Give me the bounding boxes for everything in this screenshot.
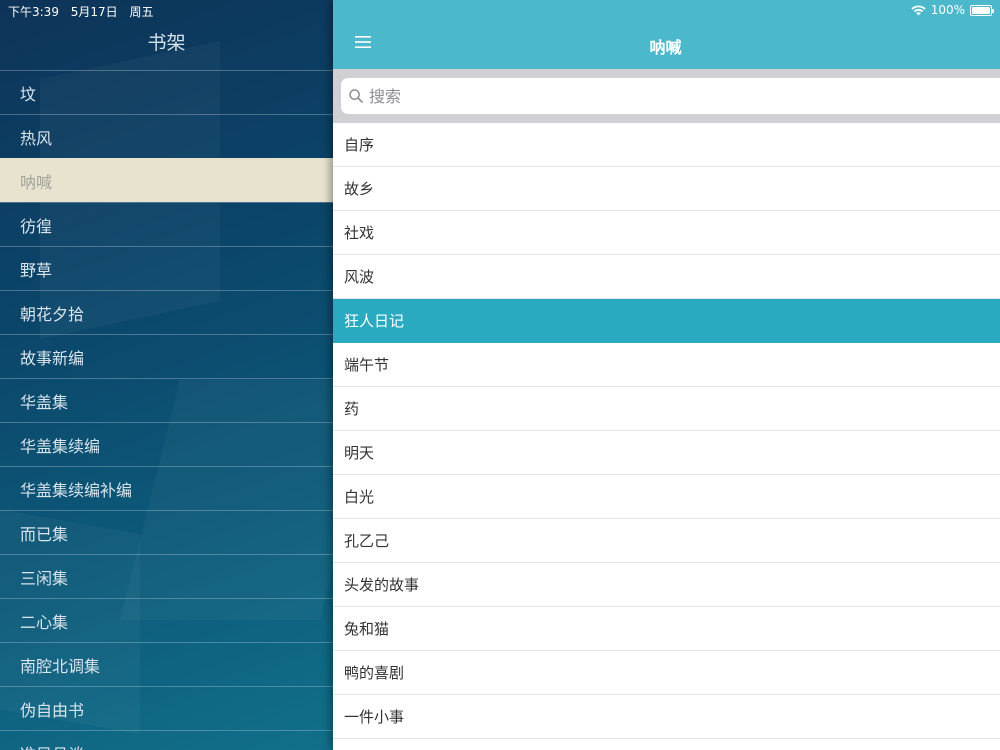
status-bar-right: 100% [911, 3, 994, 17]
wifi-icon [911, 4, 926, 15]
chapter-panel: 呐喊 自序故乡社戏风波狂人日记端午节药明天白光孔乙己头发的故事兔和猫鸭的喜剧一件… [333, 0, 1000, 750]
chapter-item[interactable]: 白光 [333, 475, 1000, 519]
hamburger-menu-icon[interactable] [355, 34, 377, 52]
chapter-item[interactable]: 社戏 [333, 211, 1000, 255]
chapter-item[interactable]: 孔乙己 [333, 519, 1000, 563]
book-item[interactable]: 热风 [0, 114, 333, 158]
sidebar-title: 书架 [147, 32, 186, 54]
book-item[interactable]: 野草 [0, 246, 333, 290]
book-item[interactable]: 坟 [0, 70, 333, 114]
book-item[interactable]: 南腔北调集 [0, 642, 333, 686]
chapter-item[interactable]: 兔和猫 [333, 607, 1000, 651]
book-item[interactable]: 故事新编 [0, 334, 333, 378]
chapter-item[interactable]: 鸭的喜剧 [333, 651, 1000, 695]
chapter-item[interactable]: 一件小事 [333, 695, 1000, 739]
bookshelf-sidebar: 书架 坟热风 呐喊 彷徨 野草 朝花夕拾 故事新编 华盖集 华盖集续编 华盖集续编补编 而已集 三闲… [0, 0, 333, 750]
page-title: 呐喊 [649, 38, 682, 57]
search-input[interactable] [369, 86, 929, 106]
status-date: 5月17日 [70, 5, 118, 19]
search-bar [333, 69, 1000, 123]
chapter-item[interactable]: 狂人日记 [333, 299, 1000, 343]
book-item[interactable]: 伪自由书 [0, 686, 333, 730]
chapter-list: 自序 故乡 社戏 风波 狂人日记 端午节药明天 白光 孔乙己 头发的故事 兔和猫 鸭的喜剧 一件小事 [333, 123, 1000, 739]
book-item[interactable]: 三闲集 [0, 554, 333, 598]
search-icon [349, 89, 363, 103]
chapter-item[interactable]: 头发的故事 [333, 563, 1000, 607]
book-item[interactable]: 准风月谈 [0, 730, 333, 750]
chapter-item[interactable]: 风波 [333, 255, 1000, 299]
book-item[interactable]: 华盖集续编补编 [0, 466, 333, 510]
chapter-item[interactable]: 明天 [333, 431, 1000, 475]
navigation-bar: 呐喊 [333, 0, 1000, 69]
battery-percent: 100% [930, 3, 965, 17]
chapter-item[interactable]: 故乡 [333, 167, 1000, 211]
book-item[interactable]: 而已集 [0, 510, 333, 554]
status-weekday: 周五 [129, 5, 154, 19]
status-time: 下午3:39 [8, 5, 59, 19]
chapter-item[interactable]: 药 [333, 387, 1000, 431]
book-list: 坟热风 呐喊 彷徨 野草 朝花夕拾 故事新编 华盖集 华盖集续编 华盖集续编补编 而已集 三闲集 二心… [0, 70, 333, 750]
book-item[interactable]: 华盖集续编 [0, 422, 333, 466]
chapter-item[interactable]: 端午节 [333, 343, 1000, 387]
book-item[interactable]: 呐喊 [0, 158, 333, 202]
status-bar-left: 下午3:39 5月17日 周五 [8, 3, 162, 20]
chapter-item[interactable]: 自序 [333, 123, 1000, 167]
book-item[interactable]: 彷徨 [0, 202, 333, 246]
book-item[interactable]: 华盖集 [0, 378, 333, 422]
battery-icon [970, 4, 994, 16]
battery-level [972, 6, 990, 14]
search-field[interactable] [341, 78, 1000, 114]
book-item[interactable]: 二心集 [0, 598, 333, 642]
book-item[interactable]: 朝花夕拾 [0, 290, 333, 334]
